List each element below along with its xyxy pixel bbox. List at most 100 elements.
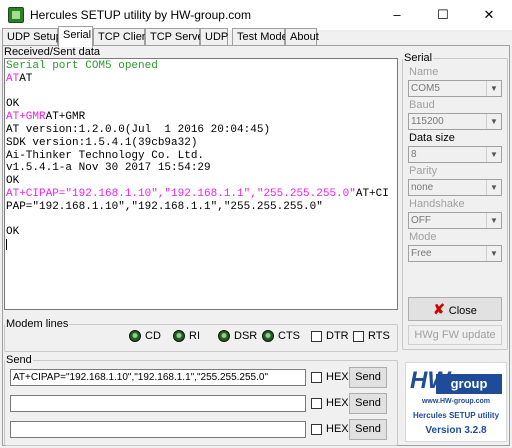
received-text: AT+GMR <box>45 111 86 124</box>
mode-value: Free <box>411 248 432 259</box>
close-window-button[interactable]: ✕ <box>466 0 512 30</box>
chevron-down-icon: ▼ <box>486 213 501 228</box>
log-line: v1.5.4.1-a Nov 30 2017 15:54:29 <box>6 162 396 175</box>
close-port-button[interactable]: ✘ Close <box>408 297 502 321</box>
hex-label-3: HEX <box>326 423 349 435</box>
handshake-value: OFF <box>411 215 431 226</box>
hex-label-1: HEX <box>326 371 349 383</box>
app-icon <box>8 7 24 23</box>
baud-value: 115200 <box>411 116 444 127</box>
cd-led-icon <box>129 330 141 342</box>
maximize-button[interactable]: ☐ <box>420 0 466 30</box>
log-line: AT version:1.2.0.0(Jul 1 2016 20:04:45) <box>6 124 396 137</box>
data-size-value: 8 <box>411 149 417 160</box>
parity-select: none ▼ <box>408 179 502 196</box>
received-text: SDK version:1.5.4.1(39cb9a32) <box>6 136 198 149</box>
log-line: OK <box>6 175 396 188</box>
modem-lines-legend: Modem lines <box>6 318 69 330</box>
tab-udp[interactable]: UDP <box>200 28 228 46</box>
send-input-2[interactable] <box>10 395 306 412</box>
baud-label: Baud <box>409 99 435 111</box>
hwg-fw-update-button: HWg FW update <box>408 325 502 345</box>
ri-label: RI <box>189 330 200 342</box>
window-title: Hercules SETUP utility by HW-group.com <box>30 8 251 22</box>
received-text: OK <box>6 175 20 188</box>
parity-label: Parity <box>409 165 438 177</box>
log-line: ATAT <box>6 73 396 86</box>
log-line: PAP="192.168.1.10","192.168.1.1","255.25… <box>6 201 396 214</box>
tab-about[interactable]: About <box>285 28 319 46</box>
cd-label: CD <box>145 330 161 342</box>
dsr-label: DSR <box>234 330 258 342</box>
version-label: Version 3.2.8 <box>425 425 487 436</box>
send-button-2[interactable]: Send <box>349 393 387 414</box>
received-text: Ai-Thinker Technology Co. Ltd. <box>6 149 205 162</box>
handshake-label: Handshake <box>409 198 465 210</box>
tab-udp-setup[interactable]: UDP Setup <box>2 28 62 46</box>
chevron-down-icon: ▼ <box>486 81 501 96</box>
cts-led-icon <box>262 330 274 342</box>
log-line: OK <box>6 226 396 239</box>
logo-hw-mark: HW <box>410 367 450 394</box>
parity-value: none <box>411 182 434 193</box>
hex-checkbox-2[interactable] <box>311 398 322 409</box>
name-label: Name <box>409 66 439 78</box>
sent-text: AT <box>6 72 20 85</box>
text-cursor <box>6 239 7 251</box>
rts-checkbox[interactable] <box>353 331 364 342</box>
mode-select: Free ▼ <box>408 245 502 262</box>
serial-group-legend: Serial <box>404 52 433 64</box>
logo-app-name: Hercules SETUP utility <box>412 411 500 420</box>
close-x-icon: ✘ <box>433 301 445 317</box>
chevron-down-icon: ▼ <box>486 246 501 261</box>
hex-checkbox-1[interactable] <box>311 372 322 383</box>
send-input-3[interactable] <box>10 421 306 438</box>
received-sent-log[interactable]: Serial port COM5 opened ATAT OK AT+GMRAT+GM… <box>4 58 398 310</box>
logo-group-mark: group <box>436 374 502 394</box>
rts-label: RTS <box>368 330 390 342</box>
chevron-down-icon: ▼ <box>486 147 501 162</box>
chevron-down-icon: ▼ <box>486 180 501 195</box>
received-text: OK <box>6 226 20 239</box>
sent-text: AT+GMR <box>6 111 46 124</box>
received-text: AT <box>19 72 33 85</box>
hex-label-2: HEX <box>326 397 349 409</box>
status-text: Serial port COM5 opened <box>6 60 158 72</box>
hex-checkbox-3[interactable] <box>311 424 322 435</box>
log-line: Serial port COM5 opened <box>6 60 396 73</box>
hw-group-logo: HW group www.HW-group.com Hercules SETUP… <box>405 362 507 442</box>
log-line: OK <box>6 98 396 111</box>
minimize-button[interactable]: – <box>374 0 420 30</box>
tab-tcp-client[interactable]: TCP Client <box>93 28 151 46</box>
ri-led-icon <box>173 330 185 342</box>
send-button-3[interactable]: Send <box>349 419 387 440</box>
send-button-1[interactable]: Send <box>349 367 387 388</box>
dtr-label: DTR <box>326 330 349 342</box>
log-line: SDK version:1.5.4.1(39cb9a32) <box>6 137 396 150</box>
dtr-checkbox[interactable] <box>311 331 322 342</box>
sent-text: AT+CIPAP="192.168.1.10","192.168.1.1","2… <box>6 187 356 200</box>
logo-url: www.HW-group.com <box>421 398 491 405</box>
chevron-down-icon: ▼ <box>486 114 501 129</box>
send-group-legend: Send <box>6 354 32 366</box>
dsr-led-icon <box>218 330 230 342</box>
tab-tcp-server[interactable]: TCP Server <box>145 28 207 46</box>
cts-label: CTS <box>278 330 300 342</box>
received-text: PAP="192.168.1.10","192.168.1.1","255.25… <box>6 200 323 213</box>
handshake-select: OFF ▼ <box>408 212 502 229</box>
baud-select: 115200 ▼ <box>408 113 502 130</box>
received-text: AT version:1.2.0.0(Jul 1 2016 20:04:45) <box>6 123 271 136</box>
tab-test-mode[interactable]: Test Mode <box>232 28 288 46</box>
received-text: v1.5.4.1-a Nov 30 2017 15:54:29 <box>6 162 211 175</box>
received-text: AT+CI <box>355 187 389 200</box>
port-name-select: COM5 ▼ <box>408 80 502 97</box>
received-text: OK <box>6 98 20 111</box>
data-size-select: 8 ▼ <box>408 146 502 163</box>
close-port-label: Close <box>448 305 477 317</box>
received-sent-label: Received/Sent data <box>4 46 101 58</box>
mode-label: Mode <box>409 231 437 243</box>
tab-serial[interactable]: Serial <box>58 26 93 47</box>
send-input-1[interactable]: AT+CIPAP="192.168.1.10","192.168.1.1","2… <box>10 369 306 386</box>
